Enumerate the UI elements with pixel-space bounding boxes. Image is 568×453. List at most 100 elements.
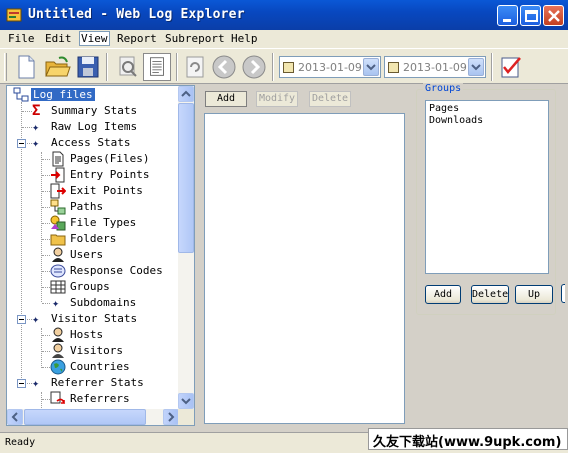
modify-button[interactable]: Modify bbox=[256, 91, 298, 107]
watermark: 久友下载站(www.9upk.com) bbox=[368, 428, 568, 450]
tree-vertical-scrollbar[interactable] bbox=[178, 86, 194, 410]
minimize-button[interactable] bbox=[497, 5, 518, 26]
chevron-down-icon[interactable] bbox=[363, 58, 379, 76]
groups-list[interactable]: Pages Downloads bbox=[425, 100, 549, 274]
tree-item-groups[interactable]: Groups bbox=[7, 279, 177, 295]
close-icon bbox=[548, 10, 560, 22]
app-icon bbox=[6, 8, 22, 22]
folder-icon bbox=[50, 234, 66, 246]
log-tree-panel[interactable]: Log files Σ Summary Stats ✦ Raw Log Item… bbox=[6, 85, 195, 426]
maximize-button[interactable] bbox=[520, 5, 541, 26]
tree-connector bbox=[22, 111, 32, 112]
collapse-toggle[interactable] bbox=[17, 315, 26, 324]
date-from-checkbox[interactable] bbox=[283, 62, 294, 73]
new-file-icon[interactable] bbox=[12, 53, 40, 81]
date-from-value: 2013-01-09 bbox=[298, 61, 362, 74]
user-icon bbox=[52, 247, 64, 262]
tree-item-access-stats[interactable]: ✦ Access Stats bbox=[7, 135, 177, 151]
file-types-icon bbox=[50, 215, 66, 231]
panel-splitter[interactable] bbox=[197, 85, 200, 426]
refresh-icon[interactable] bbox=[181, 53, 209, 81]
tree-item-log-files[interactable]: Log files bbox=[7, 87, 177, 103]
menu-view[interactable]: View bbox=[79, 31, 110, 46]
tree-item-raw-log-items[interactable]: ✦ Raw Log Items bbox=[7, 119, 177, 135]
tree-item-entry-points[interactable]: Entry Points bbox=[7, 167, 177, 183]
scroll-up-button[interactable] bbox=[178, 86, 194, 102]
network-icon bbox=[13, 87, 29, 102]
tree-item-visitors[interactable]: Visitors bbox=[7, 343, 177, 359]
tree-connector bbox=[42, 335, 50, 336]
scroll-down-button[interactable] bbox=[178, 393, 194, 409]
open-folder-icon[interactable] bbox=[43, 53, 71, 81]
tree-item-paths[interactable]: Paths bbox=[7, 199, 177, 215]
list-item[interactable]: Pages bbox=[429, 103, 459, 114]
menu-edit[interactable]: Edit bbox=[45, 32, 72, 45]
back-icon[interactable] bbox=[210, 53, 238, 81]
list-item[interactable]: Downloads bbox=[429, 115, 483, 126]
response-codes-icon bbox=[50, 264, 66, 278]
groups-delete-button[interactable]: Delete bbox=[471, 285, 509, 304]
collapse-toggle[interactable] bbox=[17, 139, 26, 148]
tree-item-hosts[interactable]: Hosts bbox=[7, 327, 177, 343]
date-to-checkbox[interactable] bbox=[388, 62, 399, 73]
tree-connector bbox=[42, 399, 50, 400]
tree-item-users[interactable]: Users bbox=[7, 247, 177, 263]
chevron-left-icon bbox=[11, 412, 18, 422]
menu-file[interactable]: File bbox=[8, 32, 35, 45]
groups-add-button[interactable]: Add bbox=[425, 285, 461, 304]
save-icon[interactable] bbox=[74, 53, 102, 81]
scroll-left-button[interactable] bbox=[7, 409, 23, 425]
tree-connector bbox=[42, 223, 50, 224]
report-list[interactable] bbox=[204, 113, 405, 424]
collapse-toggle[interactable] bbox=[17, 379, 26, 388]
groups-panel: Groups Pages Downloads Add Delete Up bbox=[416, 83, 556, 315]
tree-connector bbox=[42, 191, 50, 192]
tree-item-referrer-stats[interactable]: ✦ Referrer Stats bbox=[7, 375, 177, 391]
groups-down-button-edge[interactable] bbox=[561, 284, 565, 303]
date-from-picker[interactable]: 2013-01-09 bbox=[279, 56, 381, 78]
groups-legend: Groups bbox=[423, 83, 464, 94]
tree-item-file-types[interactable]: File Types bbox=[7, 215, 177, 231]
sigma-icon: Σ bbox=[32, 103, 41, 119]
menu-help[interactable]: Help bbox=[231, 32, 258, 45]
date-to-picker[interactable]: 2013-01-09 bbox=[384, 56, 486, 78]
tree-item-folders[interactable]: Folders bbox=[7, 231, 177, 247]
chevron-down-icon[interactable] bbox=[468, 58, 484, 76]
menu-report[interactable]: Report bbox=[117, 32, 157, 45]
tree-item-visitor-stats[interactable]: ✦ Visitor Stats bbox=[7, 311, 177, 327]
tree-connector bbox=[22, 127, 32, 128]
globe-icon bbox=[50, 359, 66, 375]
tree-item-subdomains[interactable]: ✦ Subdomains bbox=[7, 295, 177, 311]
menu-subreport[interactable]: Subreport bbox=[165, 32, 225, 45]
report-view-icon[interactable] bbox=[143, 53, 171, 81]
tree-item-summary-stats[interactable]: Σ Summary Stats bbox=[7, 103, 177, 119]
tree-item-exit-points[interactable]: Exit Points bbox=[7, 183, 177, 199]
minimize-icon bbox=[503, 19, 511, 22]
star-icon: ✦ bbox=[32, 312, 40, 326]
scroll-right-button[interactable] bbox=[163, 409, 179, 425]
checklist-icon[interactable] bbox=[497, 53, 525, 81]
tree-item-referrers[interactable]: Referrers bbox=[7, 391, 177, 407]
print-preview-icon[interactable] bbox=[113, 53, 141, 81]
toolbar: 2013-01-09 2013-01-09 bbox=[0, 48, 568, 84]
paths-icon bbox=[50, 199, 66, 215]
close-button[interactable] bbox=[543, 5, 564, 26]
tree-item-response-codes[interactable]: Response Codes bbox=[7, 263, 177, 279]
add-button[interactable]: Add bbox=[205, 91, 247, 107]
scroll-thumb[interactable] bbox=[178, 103, 194, 253]
tree-item-pages[interactable]: Pages(Files) bbox=[7, 151, 177, 167]
tree-connector bbox=[42, 207, 50, 208]
star-icon: ✦ bbox=[32, 136, 40, 150]
visitor-icon bbox=[52, 343, 64, 358]
scroll-thumb[interactable] bbox=[24, 409, 146, 425]
entry-icon bbox=[51, 167, 65, 183]
tree-item-countries[interactable]: Countries bbox=[7, 359, 177, 375]
forward-icon[interactable] bbox=[240, 53, 268, 81]
exit-icon bbox=[50, 183, 66, 199]
host-icon bbox=[52, 327, 64, 342]
groups-up-button[interactable]: Up bbox=[515, 285, 553, 304]
tree-horizontal-scrollbar[interactable] bbox=[7, 409, 179, 425]
tree-connector bbox=[42, 175, 50, 176]
toolbar-separator bbox=[272, 53, 274, 81]
delete-button[interactable]: Delete bbox=[309, 91, 351, 107]
